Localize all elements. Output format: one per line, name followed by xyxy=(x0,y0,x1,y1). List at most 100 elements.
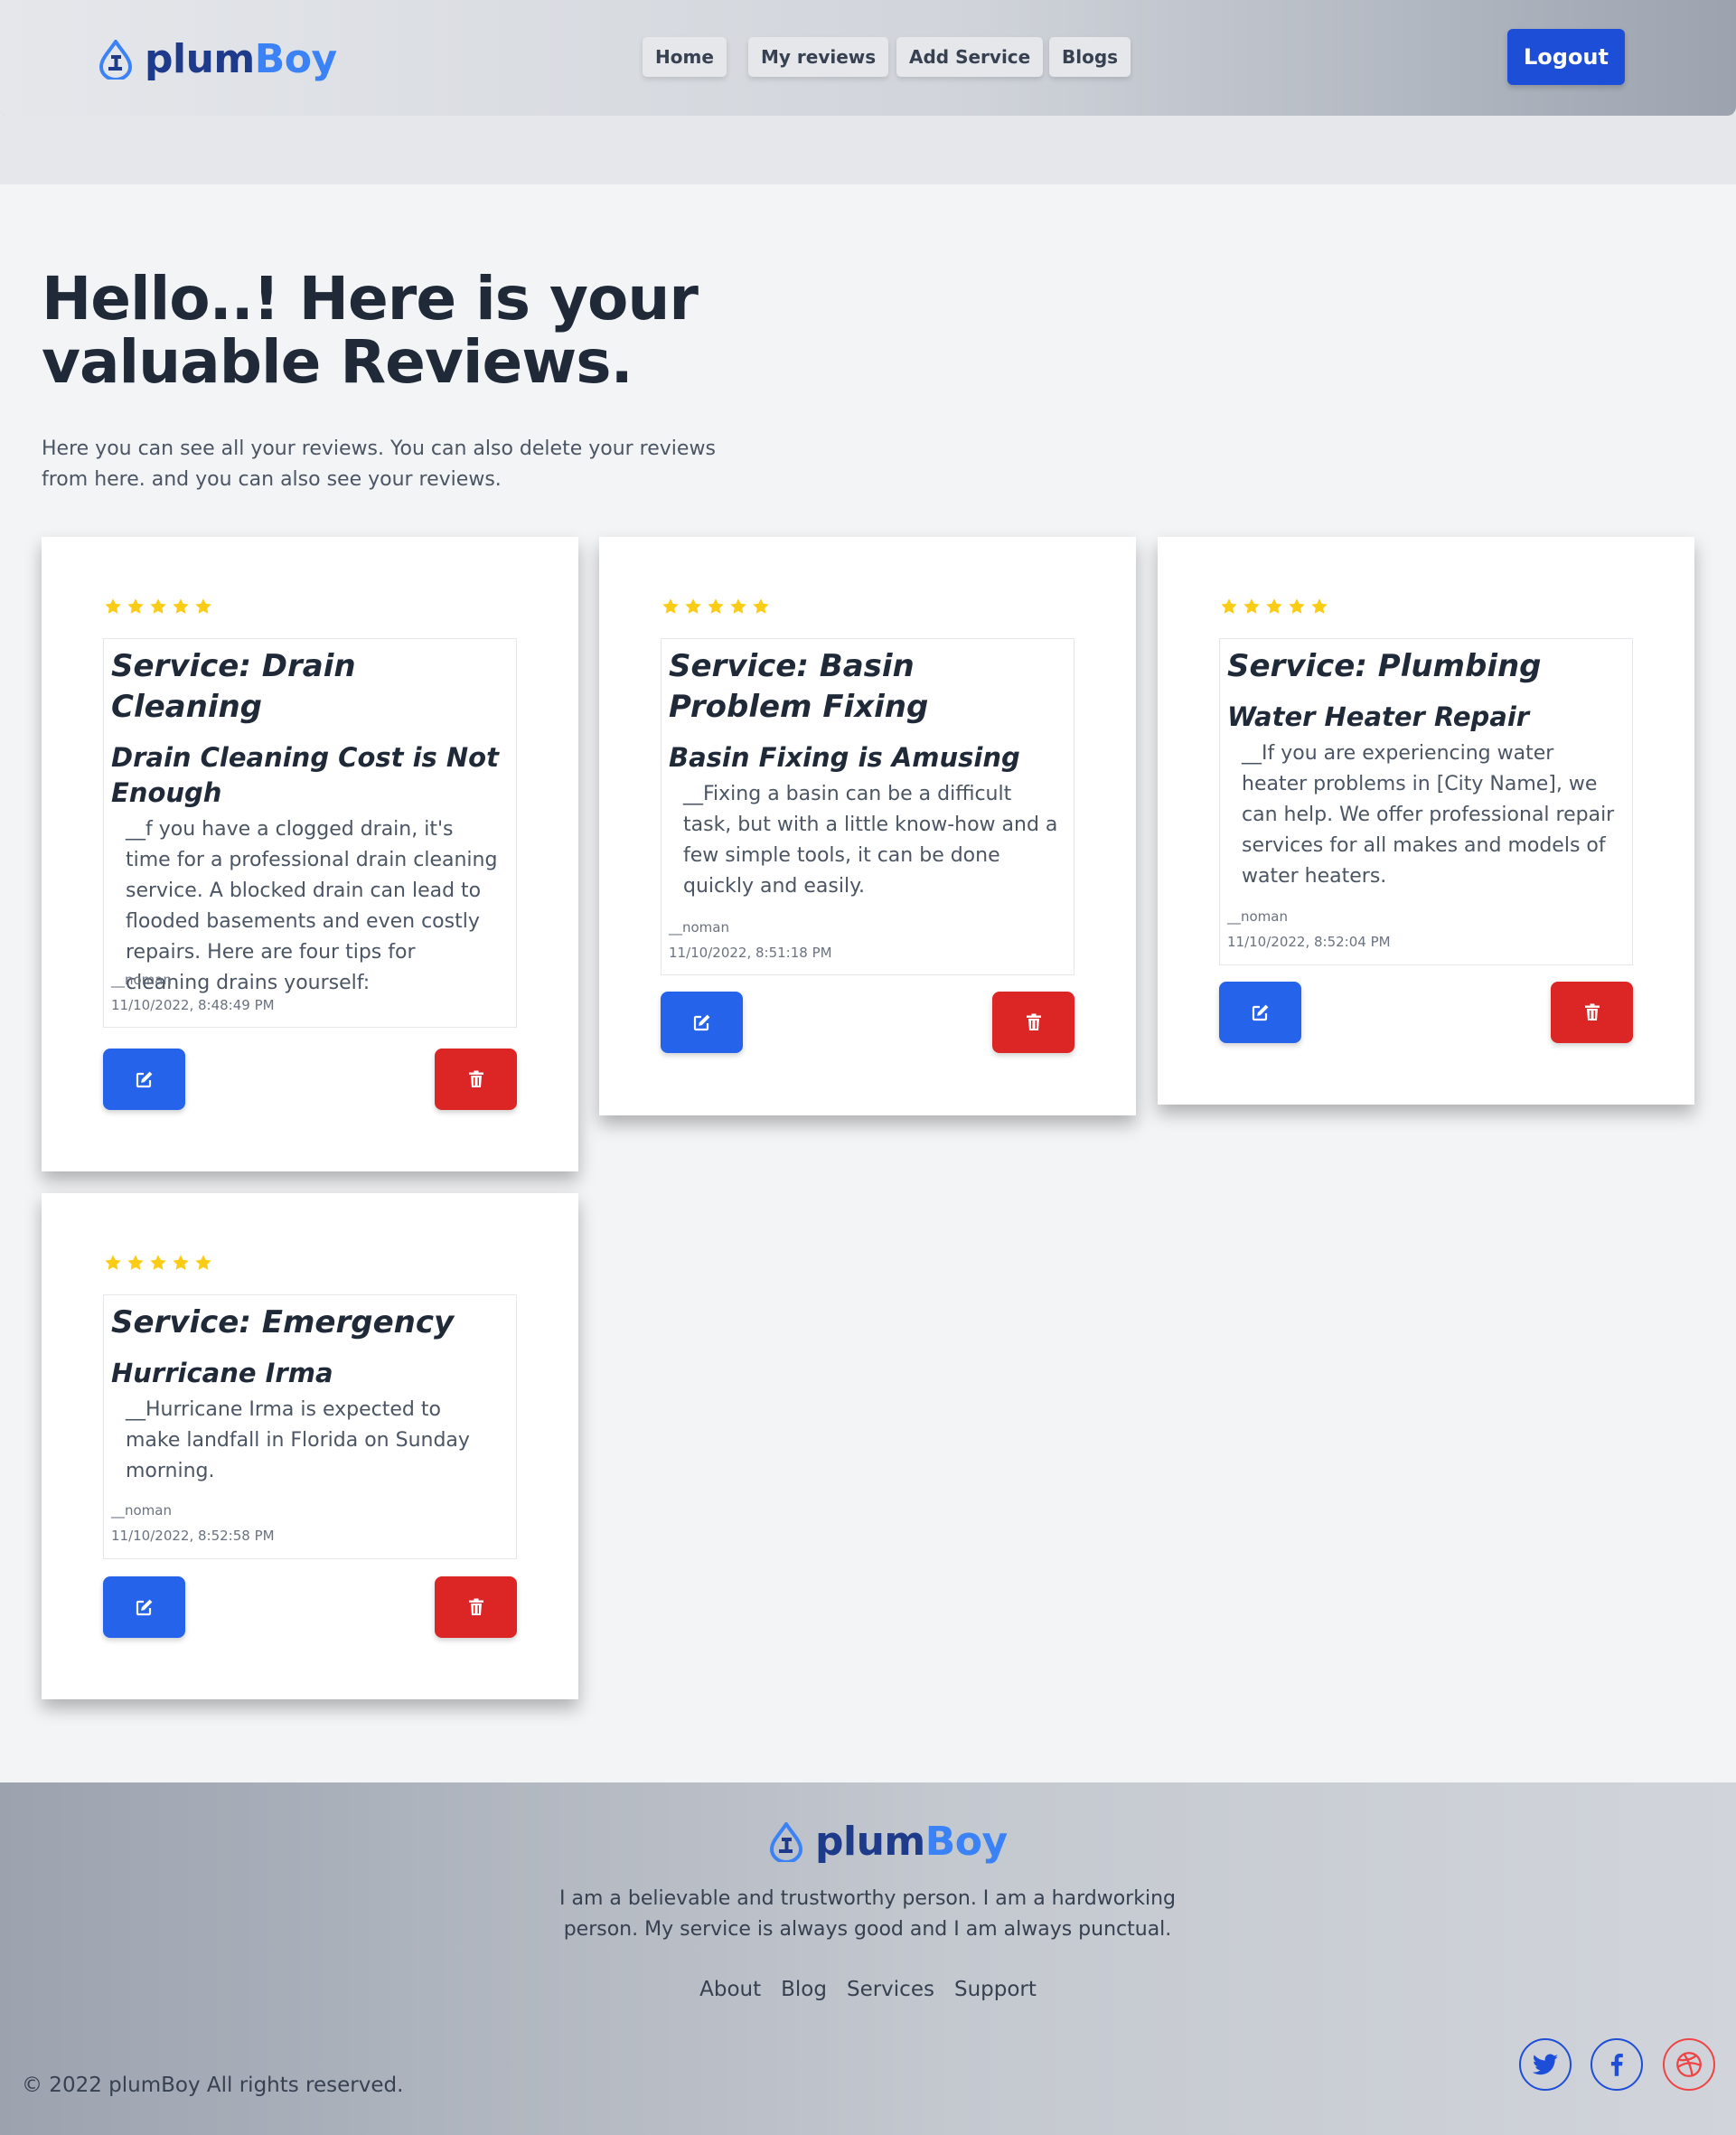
star-icon xyxy=(730,598,746,614)
review-service: Service: Basin Problem Fixing xyxy=(669,648,929,725)
review-date: 11/10/2022, 8:52:58 PM xyxy=(111,1528,275,1544)
twitter-icon xyxy=(1532,2054,1559,2075)
review-title: Basin Fixing is Amusing xyxy=(669,742,1020,773)
footer-brand-logo[interactable]: plumBoy xyxy=(768,1819,1008,1865)
review-card: Service: Emergency Hurricane Irma __Hurr… xyxy=(42,1193,578,1699)
review-body: __Fixing a basin can be a difficult task… xyxy=(683,783,1058,898)
review-body: __If you are experiencing water heater p… xyxy=(1242,742,1615,888)
review-body: __Hurricane Irma is expected to make lan… xyxy=(126,1398,470,1482)
review-title: Hurricane Irma xyxy=(111,1358,333,1388)
page-title-line1: Hello..! Here is your xyxy=(42,264,699,334)
page-title: Hello..! Here is your valuable Reviews. xyxy=(42,268,728,394)
review-content: Service: Basin Problem Fixing Basin Fixi… xyxy=(661,638,1074,975)
nav-home[interactable]: Home xyxy=(643,37,727,77)
delete-button[interactable] xyxy=(435,1576,517,1638)
footer-description: I am a believable and trustworthy person… xyxy=(559,1887,1176,1941)
review-service: Service: Emergency xyxy=(111,1304,455,1340)
star-icon xyxy=(662,598,679,614)
review-user: __noman xyxy=(111,972,172,988)
footer-brand-name: plumBoy xyxy=(815,1819,1008,1865)
footer-link-support[interactable]: Support xyxy=(954,1978,1037,2001)
review-author: __noman 11/10/2022, 8:52:04 PM xyxy=(1227,904,1391,955)
faucet-drop-icon xyxy=(769,1821,803,1862)
edit-button[interactable] xyxy=(1219,982,1301,1043)
review-date: 11/10/2022, 8:51:18 PM xyxy=(669,945,832,961)
star-icon xyxy=(1311,598,1328,614)
nav-my-reviews[interactable]: My reviews xyxy=(748,37,889,77)
page-title-line2: valuable Reviews. xyxy=(42,327,633,397)
star-icon xyxy=(127,598,144,614)
rating-stars xyxy=(103,597,213,616)
review-card: Service: Drain Cleaning Drain Cleaning C… xyxy=(42,537,578,1171)
review-service: Service: Plumbing xyxy=(1227,648,1542,684)
star-icon xyxy=(173,1255,189,1270)
review-user: __noman xyxy=(1227,908,1288,925)
star-icon xyxy=(753,598,769,614)
trash-icon xyxy=(468,1598,483,1615)
star-icon xyxy=(1266,598,1282,614)
delete-button[interactable] xyxy=(992,992,1074,1053)
edit-button[interactable] xyxy=(103,1049,185,1110)
facebook-icon xyxy=(1610,2053,1623,2076)
nav-blogs[interactable]: Blogs xyxy=(1049,37,1131,77)
review-author: __noman 11/10/2022, 8:52:58 PM xyxy=(111,1498,275,1548)
twitter-link[interactable] xyxy=(1519,2038,1572,2091)
star-icon xyxy=(1221,598,1237,614)
footer-brand-name-part1: plum xyxy=(815,1819,925,1865)
review-card: Service: Basin Problem Fixing Basin Fixi… xyxy=(599,537,1136,1115)
brand-logo[interactable]: plumBoy xyxy=(98,36,337,82)
review-title: Water Heater Repair xyxy=(1227,701,1530,732)
nav-add-service[interactable]: Add Service xyxy=(896,37,1044,77)
star-icon xyxy=(105,1255,121,1270)
delete-button[interactable] xyxy=(1551,982,1633,1043)
star-icon xyxy=(685,598,701,614)
footer-brand-name-part2: Boy xyxy=(924,1819,1008,1865)
dribbble-link[interactable] xyxy=(1663,2038,1715,2091)
delete-button[interactable] xyxy=(435,1049,517,1110)
review-card: Service: Plumbing Water Heater Repair __… xyxy=(1158,537,1694,1105)
footer-link-blog[interactable]: Blog xyxy=(781,1978,827,2001)
site-header: plumBoy Home My reviews Add Service Blog… xyxy=(0,0,1736,116)
trash-icon xyxy=(1584,1003,1600,1020)
edit-icon xyxy=(136,1599,152,1616)
star-icon xyxy=(195,1255,211,1270)
rating-stars xyxy=(1219,597,1329,616)
header-spacer xyxy=(0,116,1736,184)
logout-button[interactable]: Logout xyxy=(1507,29,1625,85)
star-icon xyxy=(195,598,211,614)
review-content: Service: Emergency Hurricane Irma __Hurr… xyxy=(103,1294,517,1559)
edit-button[interactable] xyxy=(661,992,743,1053)
footer-link-services[interactable]: Services xyxy=(847,1978,934,2001)
brand-name-part1: plum xyxy=(145,36,255,82)
footer-links: About Blog Services Support xyxy=(0,1978,1736,2001)
copyright: © 2022 plumBoy All rights reserved. xyxy=(22,2074,404,2097)
review-user: __noman xyxy=(111,1502,172,1519)
edit-button[interactable] xyxy=(103,1576,185,1638)
trash-icon xyxy=(468,1070,483,1087)
review-date: 11/10/2022, 8:52:04 PM xyxy=(1227,934,1391,950)
brand-name-part2: Boy xyxy=(254,36,337,82)
star-icon xyxy=(1289,598,1305,614)
faucet-drop-icon xyxy=(99,39,133,80)
rating-stars xyxy=(661,597,771,616)
brand-name: plumBoy xyxy=(145,36,337,82)
edit-icon xyxy=(693,1014,709,1031)
page-subtitle: Here you can see all your reviews. You c… xyxy=(42,437,716,491)
dribbble-icon xyxy=(1676,2052,1702,2077)
review-author: __noman 11/10/2022, 8:48:49 PM xyxy=(111,967,275,1018)
star-icon xyxy=(150,598,166,614)
review-title: Drain Cleaning Cost is Not Enough xyxy=(111,742,499,808)
review-content: Service: Plumbing Water Heater Repair __… xyxy=(1219,638,1633,965)
star-icon xyxy=(150,1255,166,1270)
site-footer: plumBoy I am a believable and trustworth… xyxy=(0,1782,1736,2135)
star-icon xyxy=(708,598,724,614)
star-icon xyxy=(173,598,189,614)
review-date: 11/10/2022, 8:48:49 PM xyxy=(111,997,275,1013)
review-service: Service: Drain Cleaning xyxy=(111,648,356,725)
edit-icon xyxy=(136,1071,152,1088)
footer-link-about[interactable]: About xyxy=(699,1978,761,2001)
edit-icon xyxy=(1252,1004,1268,1021)
star-icon xyxy=(1243,598,1260,614)
review-content: Service: Drain Cleaning Drain Cleaning C… xyxy=(103,638,517,1028)
facebook-link[interactable] xyxy=(1591,2038,1643,2091)
